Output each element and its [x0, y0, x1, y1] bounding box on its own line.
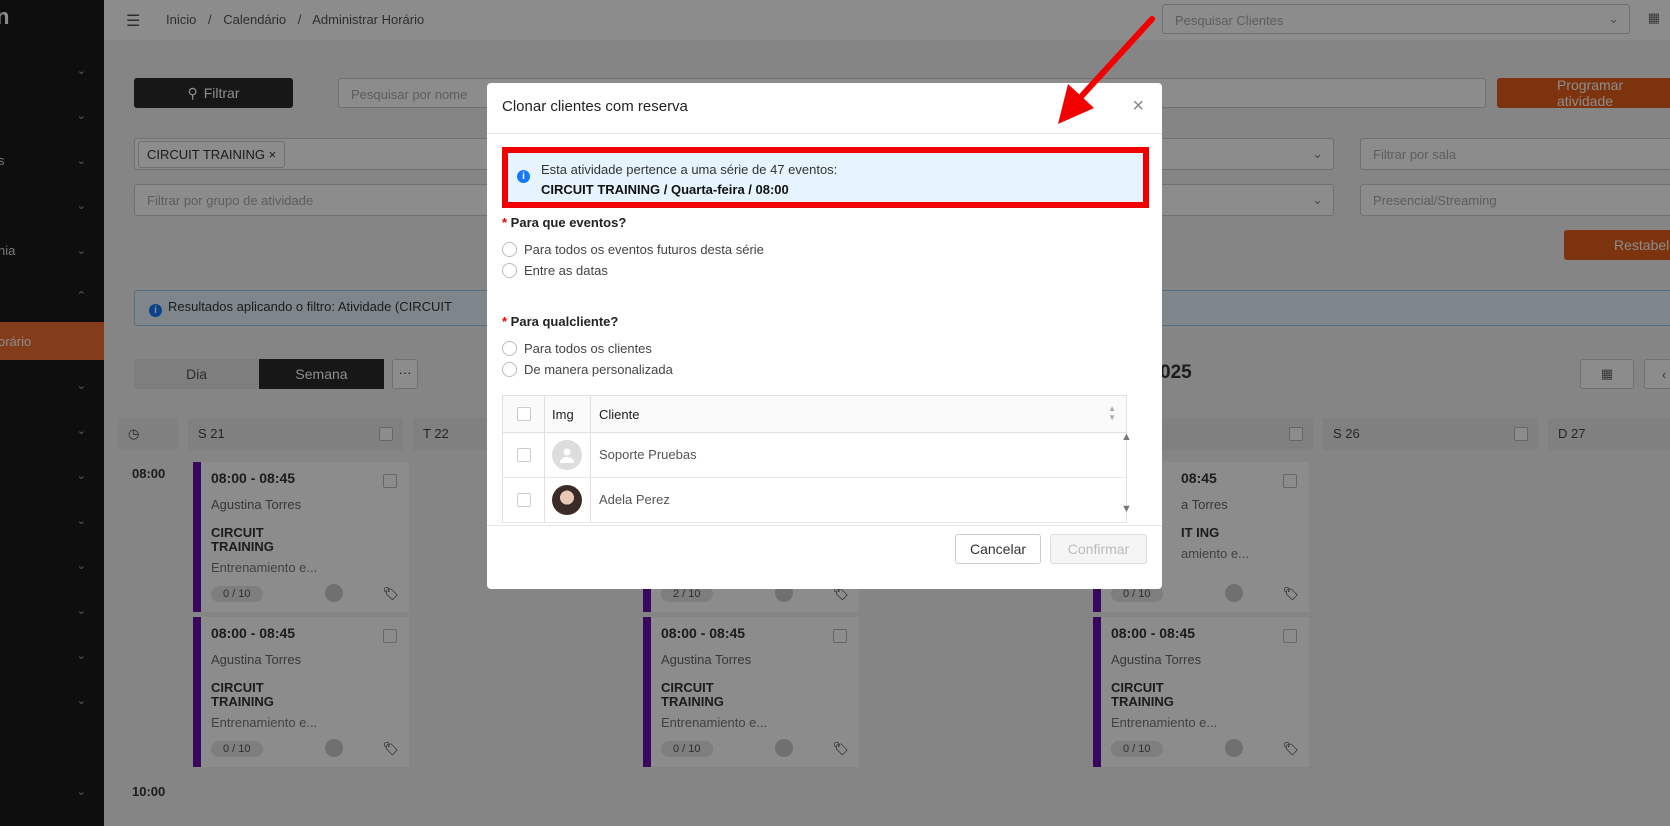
between-dates-radio[interactable]: Entre as datas [502, 263, 608, 278]
all-clients-radio[interactable]: Para todos os clientes [502, 341, 652, 356]
close-icon[interactable]: × [1132, 95, 1144, 118]
avatar [552, 485, 582, 515]
clients-table: Img Cliente ▲ ▼ Soporte Pruebas Adela Per… [502, 395, 1127, 523]
divider [487, 133, 1162, 134]
custom-clients-radio[interactable]: De manera personalizada [502, 362, 673, 377]
events-question: * Para que eventos? [502, 215, 627, 230]
modal-title: Clonar clientes com reserva [502, 98, 688, 115]
row-checkbox[interactable] [517, 448, 531, 462]
clone-clients-modal: Clonar clientes com reserva × i Esta ati… [487, 83, 1162, 589]
divider [487, 525, 1162, 526]
client-name: Adela Perez [599, 492, 670, 507]
client-name: Soporte Pruebas [599, 447, 697, 462]
row-checkbox[interactable] [517, 493, 531, 507]
scroll-down-icon[interactable]: ▼ [1121, 503, 1132, 515]
cancel-button[interactable]: Cancelar [955, 534, 1041, 564]
series-info-alert: i Esta atividade pertence a uma série de… [502, 147, 1149, 208]
all-future-events-radio[interactable]: Para todos os eventos futuros desta séri… [502, 242, 764, 257]
clients-question: * Para qualcliente? [502, 314, 619, 329]
select-all-checkbox[interactable] [517, 407, 531, 421]
table-row[interactable]: Soporte Pruebas [503, 433, 1126, 478]
info-icon: i [517, 170, 530, 183]
default-avatar-icon [552, 440, 582, 470]
scroll-up-icon[interactable]: ▲ [1121, 431, 1132, 443]
column-header-client[interactable]: Cliente [599, 407, 639, 422]
table-header: Img Cliente ▲ ▼ [503, 396, 1126, 433]
column-header-img: Img [552, 407, 574, 422]
confirm-button[interactable]: Confirmar [1050, 534, 1147, 564]
table-row[interactable]: Adela Perez [503, 478, 1126, 523]
sort-icon[interactable]: ▲ ▼ [1108, 404, 1116, 422]
